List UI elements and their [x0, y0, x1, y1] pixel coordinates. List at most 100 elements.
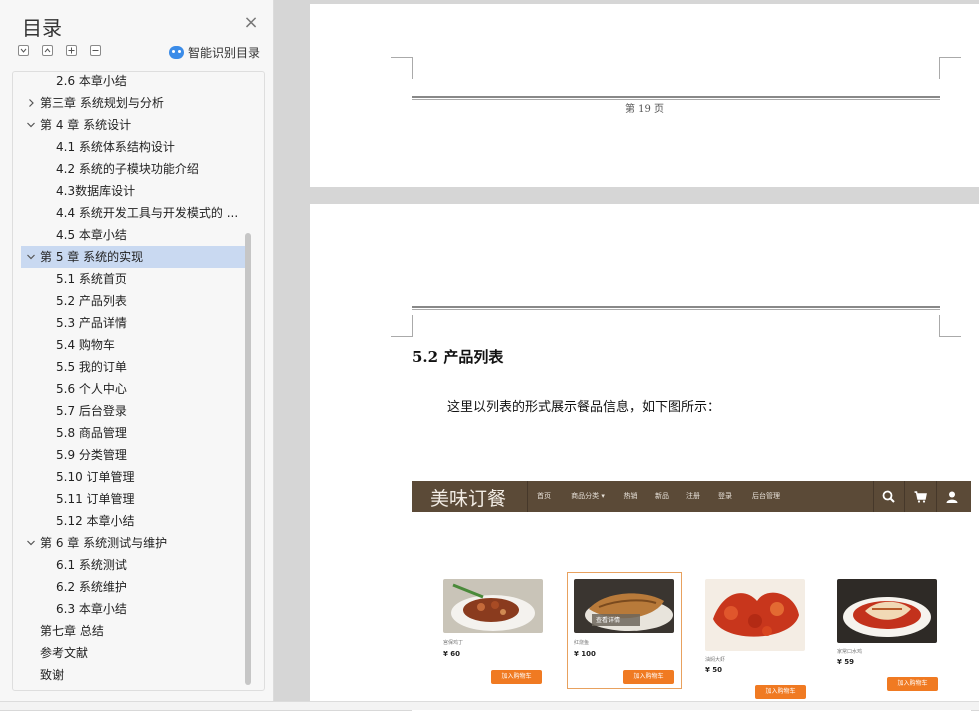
add-to-cart-button[interactable]: 加入购物车	[887, 677, 938, 691]
toc-item[interactable]: 4.1 系统体系结构设计	[21, 136, 245, 158]
toc-item-label: 5.12 本章小结	[56, 514, 135, 528]
site-navbar: 美味订餐 首页 商品分类 ▾ 热销 新品 注册 登录 后台管理	[412, 481, 971, 512]
toc-item-label: 5.10 订单管理	[56, 470, 135, 484]
toc-item-label: 致谢	[40, 668, 65, 682]
product-card[interactable]: 家常口水鸡 ¥ 59 加入购物车	[837, 579, 949, 691]
nav-home[interactable]: 首页	[530, 481, 558, 512]
toc-item[interactable]: 5.4 购物车	[21, 334, 245, 356]
toc-item-label: 6.2 系统维护	[56, 580, 127, 594]
toc-scrollbar[interactable]	[245, 233, 251, 685]
toc-item[interactable]: 6.2 系统维护	[21, 576, 245, 598]
view-detail-overlay[interactable]: 查看详情	[596, 615, 620, 624]
chevron-down-icon[interactable]	[25, 114, 37, 136]
toc-item-label: 5.5 我的订单	[56, 360, 127, 374]
product-image[interactable]	[837, 579, 937, 643]
product-image[interactable]	[705, 579, 805, 651]
toc-item-label: 5.11 订单管理	[56, 492, 135, 506]
toc-item-label: 5.3 产品详情	[56, 316, 127, 330]
toc-item[interactable]: 第三章 系统规划与分析	[21, 92, 245, 114]
add-to-cart-button[interactable]: 加入购物车	[491, 670, 542, 684]
expand-all-icon[interactable]	[18, 45, 29, 56]
toc-item[interactable]: 4.4 系统开发工具与开发模式的 ...	[21, 202, 245, 224]
toc-item[interactable]: 5.7 后台登录	[21, 400, 245, 422]
toc-item[interactable]: 6.1 系统测试	[21, 554, 245, 576]
toc-item[interactable]: 5.1 系统首页	[21, 268, 245, 290]
toc-item[interactable]: 4.3数据库设计	[21, 180, 245, 202]
product-image[interactable]	[443, 579, 543, 633]
toc-item-label: 4.5 本章小结	[56, 228, 127, 242]
toc-item[interactable]: 6.3 本章小结	[21, 598, 245, 620]
toc-item[interactable]: 第 4 章 系统设计	[21, 114, 245, 136]
toc-item[interactable]: 4.2 系统的子模块功能介绍	[21, 158, 245, 180]
toc-item-label: 5.2 产品列表	[56, 294, 127, 308]
body-paragraph: 这里以列表的形式展示餐品信息，如下图所示：	[447, 400, 721, 415]
cart-icon[interactable]	[905, 481, 935, 512]
add-to-cart-button[interactable]: 加入购物车	[755, 685, 806, 699]
toc-item[interactable]: 5.3 产品详情	[21, 312, 245, 334]
toc-item[interactable]: 5.6 个人中心	[21, 378, 245, 400]
toc-item-label: 5.1 系统首页	[56, 272, 127, 286]
toc-item[interactable]: 2.6 本章小结	[21, 72, 245, 92]
toc-item[interactable]: 5.10 订单管理	[21, 466, 245, 488]
toc-item-label: 2.6 本章小结	[56, 74, 127, 88]
product-card[interactable]: 查看详情 红烧鱼 ¥ 100 加入购物车	[574, 579, 686, 689]
toc-item-label: 6.1 系统测试	[56, 558, 127, 572]
toc-item[interactable]: 参考文献	[21, 642, 245, 664]
toc-item-label: 6.3 本章小结	[56, 602, 127, 616]
toc-item[interactable]: 4.5 本章小结	[21, 224, 245, 246]
search-icon[interactable]	[873, 481, 903, 512]
toc-item-label: 第七章 总结	[40, 624, 104, 638]
toc-item[interactable]: 5.5 我的订单	[21, 356, 245, 378]
toc-item-label: 5.6 个人中心	[56, 382, 127, 396]
product-card[interactable]: 油焖大虾 ¥ 50 加入购物车	[705, 579, 817, 704]
toc-item[interactable]: 5.12 本章小结	[21, 510, 245, 532]
toc-item[interactable]: 第 6 章 系统测试与维护	[21, 532, 245, 554]
toc-item[interactable]: 致谢	[21, 664, 245, 686]
nav-login[interactable]: 登录	[710, 481, 740, 512]
remove-level-icon[interactable]	[90, 45, 101, 56]
add-to-cart-button[interactable]: 加入购物车	[623, 670, 674, 684]
collapse-icon[interactable]	[42, 45, 53, 56]
toc-item-label: 第 6 章 系统测试与维护	[40, 536, 168, 550]
product-image[interactable]: 查看详情	[574, 579, 674, 633]
corner-mark	[391, 315, 413, 337]
toc-item-label: 5.7 后台登录	[56, 404, 127, 418]
user-icon[interactable]	[937, 481, 967, 512]
smart-toc-button[interactable]: 智能识别目录	[169, 44, 260, 60]
toc-title: 目录	[22, 16, 62, 40]
document-page: 第 19 页	[310, 4, 979, 187]
toc-item[interactable]: 第 5 章 系统的实现	[21, 246, 245, 268]
product-price: ¥ 50	[705, 666, 723, 674]
chevron-down-icon[interactable]	[25, 246, 37, 268]
product-name: 家常口水鸡	[837, 649, 863, 655]
toc-item[interactable]: 5.2 产品列表	[21, 290, 245, 312]
product-name: 宫保鸡丁	[443, 640, 464, 646]
chevron-right-icon[interactable]	[25, 92, 37, 114]
toc-item-label: 第 5 章 系统的实现	[40, 250, 144, 264]
toc-item[interactable]: 5.11 订单管理	[21, 488, 245, 510]
product-list-figure: 美味订餐 首页 商品分类 ▾ 热销 新品 注册 登录 后台管理 宫保鸡丁 ¥ 6…	[412, 481, 971, 711]
nav-category[interactable]: 商品分类 ▾	[562, 481, 614, 512]
product-card[interactable]: 宫保鸡丁 ¥ 60 加入购物车	[443, 579, 555, 689]
toc-item-label: 5.4 购物车	[56, 338, 115, 352]
nav-register[interactable]: 注册	[679, 481, 707, 512]
toc-item-label: 5.8 商品管理	[56, 426, 127, 440]
product-price: ¥ 100	[574, 650, 596, 658]
close-icon[interactable]: ×	[242, 14, 260, 32]
product-price: ¥ 59	[837, 658, 855, 666]
toc-list: 2.6 本章小结第三章 系统规划与分析第 4 章 系统设计 4.1 系统体系结构设…	[12, 71, 265, 691]
nav-hot[interactable]: 热销	[615, 481, 646, 512]
nav-new[interactable]: 新品	[648, 481, 676, 512]
toc-item-label: 参考文献	[40, 646, 89, 660]
product-name: 红烧鱼	[574, 640, 590, 646]
smart-robot-icon	[169, 45, 184, 59]
product-price: ¥ 60	[443, 650, 461, 658]
nav-admin[interactable]: 后台管理	[744, 481, 788, 512]
add-level-icon[interactable]	[66, 45, 77, 56]
toc-item[interactable]: 5.9 分类管理	[21, 444, 245, 466]
toc-item-label: 第三章 系统规划与分析	[40, 96, 164, 110]
toc-item[interactable]: 第七章 总结	[21, 620, 245, 642]
chevron-down-icon[interactable]	[25, 532, 37, 554]
smart-toc-label: 智能识别目录	[188, 45, 261, 60]
toc-item[interactable]: 5.8 商品管理	[21, 422, 245, 444]
